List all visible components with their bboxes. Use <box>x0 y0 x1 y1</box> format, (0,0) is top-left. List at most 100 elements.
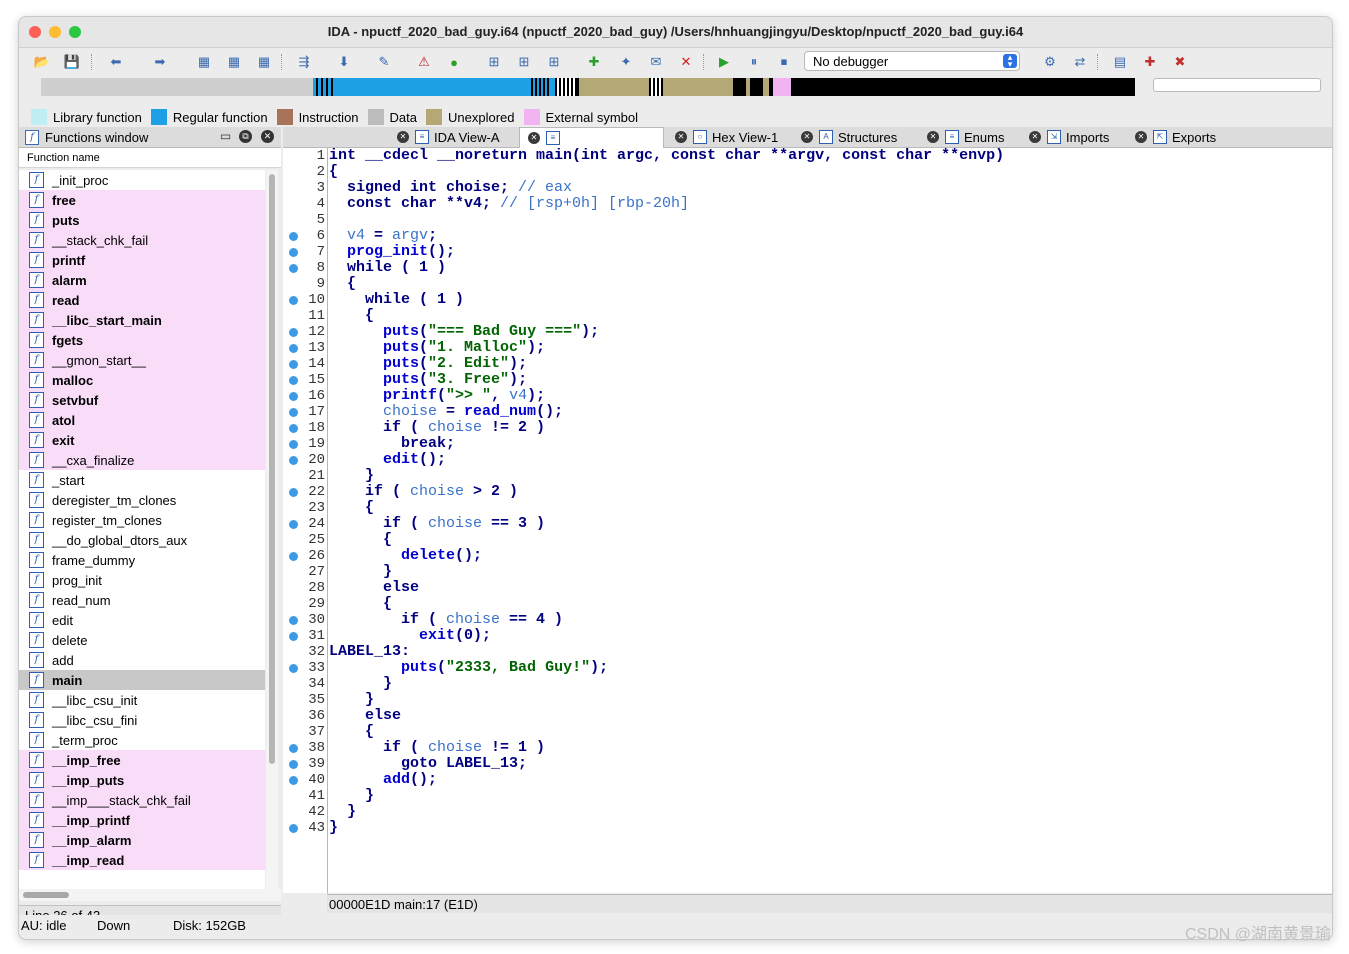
code-line[interactable]: if ( choise > 2 ) <box>329 484 518 500</box>
code-line[interactable]: { <box>329 724 374 740</box>
code-line[interactable]: { <box>329 276 356 292</box>
remove-breakpoint-icon[interactable]: ✖ <box>1171 53 1189 71</box>
function-row[interactable]: f puts <box>19 210 265 230</box>
function-row[interactable]: f malloc <box>19 370 265 390</box>
breakpoint-dot[interactable] <box>289 632 298 641</box>
breakpoint-icon[interactable]: ✚ <box>1141 53 1159 71</box>
code-line[interactable]: } <box>329 468 374 484</box>
code-line[interactable]: prog_init(); <box>329 244 455 260</box>
minimize-panel-icon[interactable]: ▭ <box>219 130 232 143</box>
breakpoint-dot[interactable] <box>289 408 298 417</box>
code-line[interactable]: choise = read_num(); <box>329 404 563 420</box>
function-row[interactable]: f __stack_chk_fail <box>19 230 265 250</box>
function-row[interactable]: f __imp_read <box>19 850 265 870</box>
pause-icon[interactable]: ⏸ <box>745 53 763 71</box>
debug-options-icon[interactable]: ⚙ <box>1041 53 1059 71</box>
code-line[interactable]: if ( choise != 1 ) <box>329 740 545 756</box>
code-line[interactable]: puts("2. Edit"); <box>329 356 527 372</box>
code-line[interactable]: puts("3. Free"); <box>329 372 527 388</box>
function-row[interactable]: f printf <box>19 250 265 270</box>
function-row[interactable]: f _start <box>19 470 265 490</box>
jump-icon[interactable]: ⇶ <box>295 53 313 71</box>
function-row[interactable]: f deregister_tm_clones <box>19 490 265 510</box>
code-line[interactable]: break; <box>329 436 455 452</box>
debugger-select[interactable]: No debugger ▴ ▾ <box>804 51 1020 71</box>
breakpoint-dot[interactable] <box>289 424 298 433</box>
code-line[interactable]: { <box>329 164 338 180</box>
stop-icon[interactable]: ⏹ <box>775 53 793 71</box>
breakpoint-dot[interactable] <box>289 776 298 785</box>
code-line[interactable]: signed int choise; // eax <box>329 180 572 196</box>
function-row[interactable]: f __libc_csu_init <box>19 690 265 710</box>
function-list-vertical-scrollbar[interactable] <box>266 170 278 890</box>
comment-icon[interactable]: ✉ <box>647 53 665 71</box>
close-tab-icon[interactable]: ✕ <box>801 131 813 143</box>
breakpoint-dot[interactable] <box>289 488 298 497</box>
function-row[interactable]: f delete <box>19 630 265 650</box>
code-line[interactable]: puts("=== Bad Guy ==="); <box>329 324 599 340</box>
tab-exports[interactable]: ✕ ⇱ Exports <box>1135 127 1216 147</box>
tab-enums[interactable]: ✕ ≡ Enums <box>927 127 1004 147</box>
code-line[interactable]: printf(">> ", v4); <box>329 388 545 404</box>
function-row[interactable]: f __imp_printf <box>19 810 265 830</box>
code-line[interactable]: while ( 1 ) <box>329 260 446 276</box>
code-line[interactable]: { <box>329 308 374 324</box>
code-line[interactable]: } <box>329 820 338 836</box>
breakpoint-dot[interactable] <box>289 392 298 401</box>
immediate-search-icon[interactable]: ▦ <box>255 53 273 71</box>
code-line[interactable]: if ( choise == 3 ) <box>329 516 545 532</box>
navigation-band[interactable] <box>41 78 1135 96</box>
breakpoint-dot[interactable] <box>289 328 298 337</box>
breakpoint-dot[interactable] <box>289 248 298 257</box>
edit-icon[interactable]: ✎ <box>375 53 393 71</box>
code-line[interactable]: } <box>329 788 374 804</box>
function-row[interactable]: f __imp___stack_chk_fail <box>19 790 265 810</box>
function-row[interactable]: f __cxa_finalize <box>19 450 265 470</box>
close-tab-icon[interactable]: ✕ <box>528 132 540 144</box>
function-row[interactable]: f atol <box>19 410 265 430</box>
notes-icon[interactable]: ▤ <box>1111 53 1129 71</box>
forward-arrow-icon[interactable]: ➡ <box>151 53 169 71</box>
breakpoint-dot[interactable] <box>289 616 298 625</box>
function-row[interactable]: f exit <box>19 430 265 450</box>
breakpoint-dot[interactable] <box>289 760 298 769</box>
breakpoint-dot[interactable] <box>289 264 298 273</box>
code-line[interactable]: } <box>329 564 392 580</box>
float-panel-icon[interactable]: ⧉ <box>239 130 252 143</box>
function-row[interactable]: f __do_global_dtors_aux <box>19 530 265 550</box>
function-row[interactable]: f register_tm_clones <box>19 510 265 530</box>
close-tab-icon[interactable]: ✕ <box>927 131 939 143</box>
breakpoint-dot[interactable] <box>289 344 298 353</box>
code-line[interactable]: puts("2333, Bad Guy!"); <box>329 660 608 676</box>
function-row[interactable]: f setvbuf <box>19 390 265 410</box>
code-line[interactable]: add(); <box>329 772 437 788</box>
breakpoint-dot[interactable] <box>289 744 298 753</box>
breakpoint-dot[interactable] <box>289 520 298 529</box>
pseudocode-view[interactable]: 1 int __cdecl __noreturn main(int argc, c… <box>283 148 1332 893</box>
code-line[interactable]: puts("1. Malloc"); <box>329 340 545 356</box>
function-row[interactable]: f __imp_alarm <box>19 830 265 850</box>
open-file-icon[interactable]: 📂 <box>33 53 51 71</box>
breakpoint-dot[interactable] <box>289 824 298 833</box>
binary-search-icon[interactable]: ▦ <box>195 53 213 71</box>
code-line[interactable]: LABEL_13: <box>329 644 410 660</box>
function-list-horizontal-scrollbar[interactable] <box>19 889 281 901</box>
warning-icon[interactable]: ⚠ <box>415 53 433 71</box>
attach-icon[interactable]: ⇄ <box>1071 53 1089 71</box>
green-circle-icon[interactable]: ● <box>445 53 463 71</box>
code-line[interactable]: edit(); <box>329 452 446 468</box>
function-row[interactable]: f read <box>19 290 265 310</box>
function-row[interactable]: f __libc_csu_fini <box>19 710 265 730</box>
close-panel-icon[interactable]: ✕ <box>261 130 274 143</box>
close-tab-icon[interactable]: ✕ <box>1135 131 1147 143</box>
close-tab-icon[interactable]: ✕ <box>397 131 409 143</box>
function-row[interactable]: f add <box>19 650 265 670</box>
code-line[interactable]: } <box>329 804 356 820</box>
code-line[interactable]: { <box>329 532 392 548</box>
function-name-column-header[interactable]: Function name <box>19 148 281 168</box>
function-row[interactable]: f prog_init <box>19 570 265 590</box>
code-line[interactable]: } <box>329 692 374 708</box>
function-row[interactable]: f _term_proc <box>19 730 265 750</box>
code-line[interactable]: } <box>329 676 392 692</box>
breakpoint-dot[interactable] <box>289 232 298 241</box>
